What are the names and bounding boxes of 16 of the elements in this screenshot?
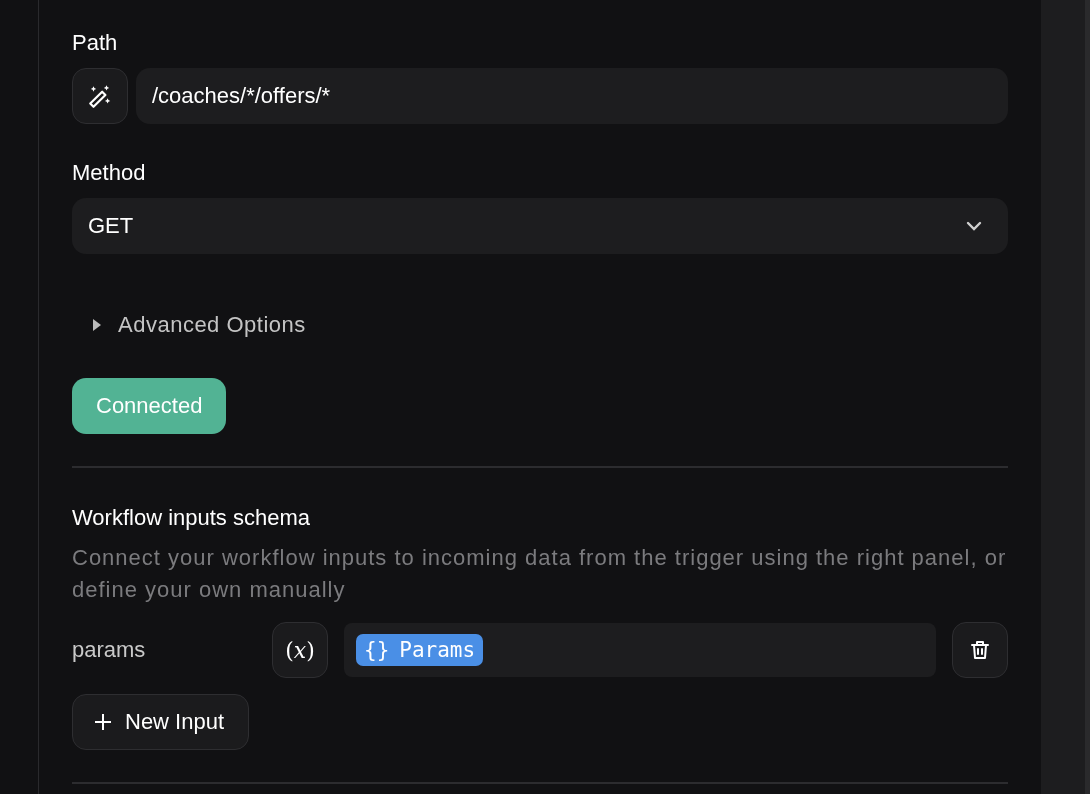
path-input[interactable]: /coaches/*/offers/* [136,68,1008,124]
advanced-options-toggle[interactable]: Advanced Options [92,312,306,338]
section-description: Connect your workflow inputs to incoming data from the trigger using the right panel, or define your own manually [72,544,1008,604]
variable-button[interactable]: (x) [272,622,328,678]
field-label: Path [72,29,119,57]
plus-icon [93,712,113,732]
caret-right-icon [92,318,102,332]
field-label: Method [72,159,147,187]
trash-icon [968,638,992,662]
section-heading: Workflow inputs schema [72,504,311,532]
new-input-button[interactable]: New Input [72,694,250,750]
method-dropdown[interactable]: GET [72,198,1008,254]
delete-button[interactable] [952,622,1008,678]
dropdown-value: GET [88,213,134,239]
input-name: params [72,637,147,663]
magic-wand-button[interactable] [72,68,128,124]
